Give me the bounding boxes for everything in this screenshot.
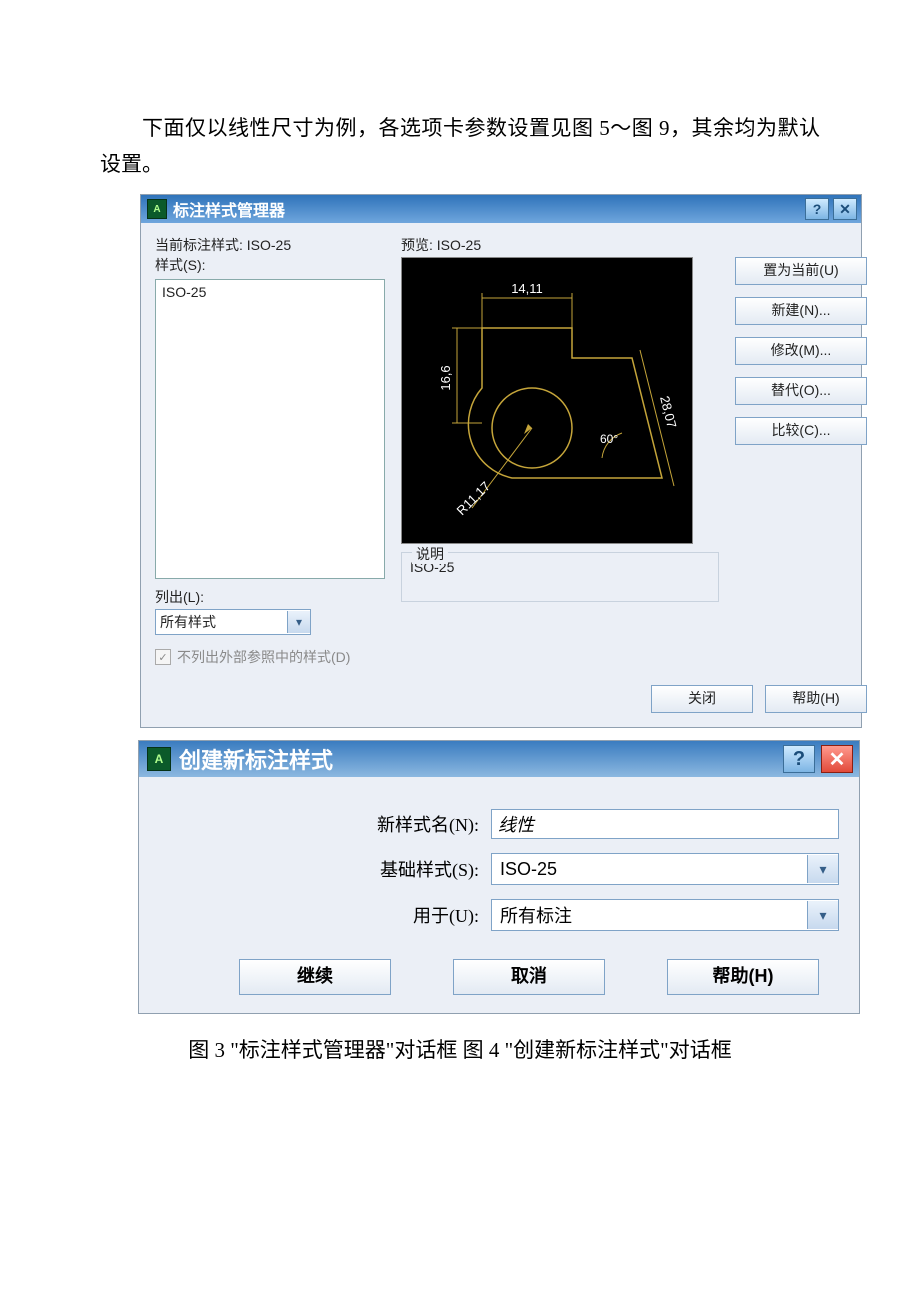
override-button[interactable]: 替代(O)... bbox=[735, 377, 867, 405]
intro-paragraph: 下面仅以线性尺寸为例，各选项卡参数设置见图 5～图 9，其余均为默认设置。 bbox=[100, 111, 820, 182]
new-name-input[interactable]: 线性 bbox=[491, 809, 839, 839]
base-style-label: 基础样式(S): bbox=[159, 856, 491, 882]
dim-style-manager-dialog: A 标注样式管理器 ? ✕ 当前标注样式: ISO-25 样式(S): ISO-… bbox=[140, 194, 862, 728]
app-icon: A bbox=[147, 747, 171, 771]
app-icon: A bbox=[147, 199, 167, 219]
set-current-button[interactable]: 置为当前(U) bbox=[735, 257, 867, 285]
dlg1-titlebar[interactable]: A 标注样式管理器 ? ✕ bbox=[141, 195, 861, 223]
compare-button[interactable]: 比较(C)... bbox=[735, 417, 867, 445]
help-icon[interactable]: ? bbox=[805, 198, 829, 220]
dlg2-title: 创建新标注样式 bbox=[179, 743, 333, 775]
description-text: ISO-25 bbox=[410, 559, 710, 575]
help-button[interactable]: 帮助(H) bbox=[765, 685, 867, 713]
preview-value: ISO-25 bbox=[437, 237, 481, 253]
create-new-dim-style-dialog: A 创建新标注样式 ? ✕ 新样式名(N): 线性 基础样式(S): ISO-2… bbox=[138, 740, 860, 1014]
styles-listbox[interactable]: ISO-25 bbox=[155, 279, 385, 579]
close-button[interactable]: 关闭 bbox=[651, 685, 753, 713]
figure-caption: 图 3 "标注样式管理器"对话框 图 4 "创建新标注样式"对话框 bbox=[100, 1034, 820, 1064]
help-button[interactable]: 帮助(H) bbox=[667, 959, 819, 995]
current-style-value: ISO-25 bbox=[247, 237, 291, 253]
continue-button[interactable]: 继续 bbox=[239, 959, 391, 995]
preview-canvas: 14,11 16,6 28,07 60° bbox=[401, 257, 693, 544]
help-icon[interactable]: ? bbox=[783, 745, 815, 773]
styles-label: 样式(S): bbox=[155, 255, 385, 275]
use-for-combo[interactable]: 所有标注 ▾ bbox=[491, 899, 839, 931]
cancel-button[interactable]: 取消 bbox=[453, 959, 605, 995]
preview-label: 预览: bbox=[401, 237, 433, 253]
description-frame: 说明 ISO-25 bbox=[401, 552, 719, 602]
checkbox-external: ✓ bbox=[155, 649, 171, 665]
dlg2-titlebar[interactable]: A 创建新标注样式 ? ✕ bbox=[139, 741, 859, 777]
dim-left: 16,6 bbox=[438, 366, 453, 391]
dim-top: 14,11 bbox=[511, 281, 543, 296]
new-name-label: 新样式名(N): bbox=[159, 811, 491, 837]
list-label: 列出(L): bbox=[155, 587, 385, 607]
close-icon[interactable]: ✕ bbox=[833, 198, 857, 220]
chevron-down-icon[interactable]: ▾ bbox=[287, 611, 310, 633]
description-legend: 说明 bbox=[412, 544, 448, 564]
modify-button[interactable]: 修改(M)... bbox=[735, 337, 867, 365]
chevron-down-icon[interactable]: ▾ bbox=[807, 855, 838, 883]
list-combo-value: 所有样式 bbox=[160, 612, 216, 632]
use-for-value: 所有标注 bbox=[500, 902, 572, 928]
checkbox-external-label: 不列出外部参照中的样式(D) bbox=[177, 647, 350, 667]
current-style-label: 当前标注样式: bbox=[155, 237, 243, 253]
style-item[interactable]: ISO-25 bbox=[162, 284, 378, 300]
base-style-combo[interactable]: ISO-25 ▾ bbox=[491, 853, 839, 885]
list-combo[interactable]: 所有样式 ▾ bbox=[155, 609, 311, 635]
close-icon[interactable]: ✕ bbox=[821, 745, 853, 773]
dim-radius: R11,17 bbox=[454, 479, 494, 519]
use-for-label: 用于(U): bbox=[159, 902, 491, 928]
dim-diag: 28,07 bbox=[657, 395, 679, 430]
dlg1-title: 标注样式管理器 bbox=[173, 197, 285, 221]
dim-angle: 60° bbox=[600, 432, 618, 446]
base-style-value: ISO-25 bbox=[500, 859, 557, 880]
new-button[interactable]: 新建(N)... bbox=[735, 297, 867, 325]
chevron-down-icon[interactable]: ▾ bbox=[807, 901, 838, 929]
